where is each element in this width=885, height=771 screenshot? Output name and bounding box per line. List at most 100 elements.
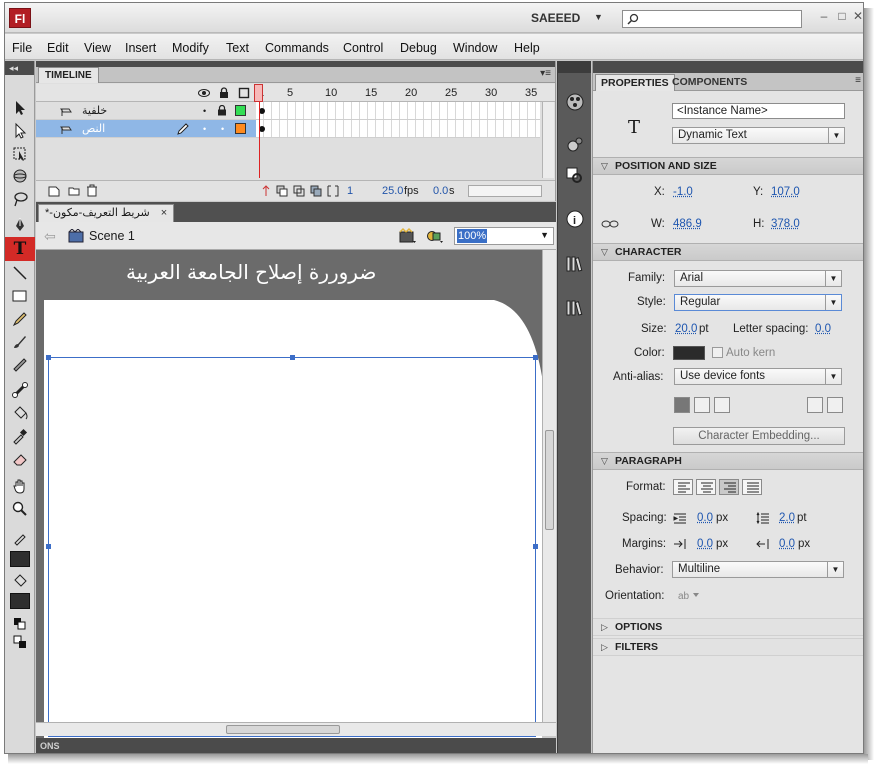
zoom-select[interactable]: 100% ▼ (454, 227, 554, 245)
tab-components[interactable]: COMPONENTS (667, 74, 752, 91)
onion-skin-outlines-icon[interactable] (293, 185, 305, 197)
menu-debug[interactable]: Debug (400, 41, 437, 55)
eraser-tool-icon[interactable] (9, 448, 31, 470)
auto-kern-checkbox[interactable] (712, 347, 723, 358)
eye-icon[interactable] (198, 87, 210, 99)
lasso-tool-icon[interactable] (9, 188, 31, 210)
common-libraries-icon[interactable] (564, 297, 586, 319)
hand-tool-icon[interactable] (9, 475, 31, 497)
menu-edit[interactable]: Edit (47, 41, 69, 55)
zoom-tool-icon[interactable] (9, 498, 31, 520)
scrollbar-thumb[interactable] (545, 430, 554, 530)
trash-icon[interactable] (86, 184, 98, 197)
text-type-select[interactable]: Dynamic Text ▼ (672, 127, 845, 144)
line-tool-icon[interactable] (9, 262, 31, 284)
edit-symbols-icon[interactable] (425, 227, 445, 245)
section-character[interactable]: ▽ CHARACTER (593, 243, 863, 261)
dynamic-text-field[interactable] (46, 355, 538, 737)
section-options[interactable]: ▷ OPTIONS (593, 618, 863, 636)
lock-icon[interactable] (218, 87, 230, 99)
color-panel-icon[interactable] (564, 91, 586, 113)
antialias-select[interactable]: Use device fonts ▼ (674, 368, 842, 385)
workspace-switcher[interactable]: SAEEED (531, 11, 580, 27)
paint-bucket-tool-icon[interactable] (9, 402, 31, 424)
stroke-color-swatch[interactable] (10, 551, 30, 567)
visibility-dot[interactable]: • (203, 106, 206, 116)
scrollbar-thumb[interactable] (226, 725, 340, 734)
visibility-dot[interactable]: • (203, 124, 206, 134)
tab-timeline[interactable]: TIMELINE (38, 67, 99, 83)
superscript-icon[interactable] (807, 397, 823, 413)
maximize-button[interactable]: □ (835, 9, 849, 23)
transform-handle[interactable] (533, 355, 538, 360)
stage-pasteboard[interactable]: ضروررة إصلاح الجامعة العربية (36, 250, 542, 738)
menu-control[interactable]: Control (343, 41, 383, 55)
fill-color-swatch[interactable] (10, 593, 30, 609)
font-size-value[interactable]: 20.0 (675, 323, 697, 335)
transform-handle[interactable] (46, 544, 51, 549)
info-icon[interactable]: i (564, 208, 586, 230)
align-right-button[interactable] (719, 479, 739, 495)
letter-spacing-value[interactable]: 0.0 (815, 323, 831, 335)
character-embedding-button[interactable]: Character Embedding... (673, 427, 845, 445)
selection-tool-icon[interactable] (9, 97, 31, 119)
modify-markers-icon[interactable] (327, 185, 339, 197)
close-button[interactable]: ✕ (851, 9, 863, 23)
rectangle-tool-icon[interactable] (9, 285, 31, 307)
panel-menu-icon[interactable]: ▾≡ (540, 68, 551, 79)
pencil-tool-icon[interactable] (9, 308, 31, 330)
new-folder-icon[interactable] (68, 185, 80, 197)
y-value[interactable]: 107.0 (771, 186, 800, 198)
back-arrow-icon[interactable]: ⇦ (44, 228, 56, 245)
stage-vertical-scrollbar[interactable] (542, 250, 556, 722)
x-value[interactable]: -1.0 (673, 186, 693, 198)
deco-tool-icon[interactable] (9, 353, 31, 375)
center-frame-icon[interactable] (261, 185, 271, 197)
layer-frames[interactable] (256, 120, 540, 138)
behavior-select[interactable]: Multiline ▼ (672, 561, 844, 578)
chevron-down-icon[interactable]: ▼ (540, 230, 549, 240)
subscript-icon[interactable] (827, 397, 843, 413)
menu-window[interactable]: Window (453, 41, 497, 55)
motion-presets-icon[interactable] (564, 134, 586, 156)
justify-button[interactable] (742, 479, 762, 495)
eyedropper-tool-icon[interactable] (9, 425, 31, 447)
subselection-tool-icon[interactable] (9, 120, 31, 142)
frame-rate[interactable]: 25.0 (382, 185, 403, 197)
align-left-button[interactable] (673, 479, 693, 495)
menu-commands[interactable]: Commands (265, 41, 329, 55)
document-tab[interactable]: شريط التعريف-مكون-* × (38, 204, 175, 222)
chevron-down-icon[interactable]: ▼ (594, 12, 603, 22)
show-border-icon[interactable] (714, 397, 730, 413)
layer-name[interactable]: خلفية (82, 104, 107, 117)
left-margin-value[interactable]: 0.0 (697, 538, 713, 550)
playhead[interactable] (254, 84, 263, 102)
text-tool-icon[interactable]: T (5, 237, 35, 261)
timeline-horizontal-scrollbar[interactable] (468, 185, 542, 197)
lock-dot[interactable]: • (221, 124, 224, 134)
edit-scene-icon[interactable] (398, 227, 418, 245)
menu-insert[interactable]: Insert (125, 41, 156, 55)
render-html-icon[interactable] (694, 397, 710, 413)
link-dimensions-icon[interactable] (601, 218, 619, 230)
tools-collapse-icon[interactable]: ◂◂ (5, 61, 34, 75)
stroke-color-icon[interactable] (9, 527, 31, 549)
document-tab-label[interactable]: شريط التعريف-مكون-* (45, 205, 150, 221)
layer-row-selected[interactable]: النص • • (36, 120, 555, 138)
instance-name-input[interactable]: <Instance Name> (672, 103, 845, 119)
panel-menu-icon[interactable]: ≡ (855, 75, 861, 86)
menu-modify[interactable]: Modify (172, 41, 209, 55)
new-layer-icon[interactable] (48, 185, 60, 197)
outline-icon[interactable] (238, 87, 250, 99)
layer-outline-color[interactable] (235, 123, 246, 134)
selectable-text-icon[interactable] (674, 397, 690, 413)
section-position-size[interactable]: ▽ POSITION AND SIZE (593, 157, 863, 175)
w-value[interactable]: 486.9 (673, 218, 702, 230)
menu-text[interactable]: Text (226, 41, 249, 55)
layer-row[interactable]: خلفية • (36, 102, 555, 120)
layer-outline-color[interactable] (235, 105, 246, 116)
lock-icon[interactable] (217, 105, 227, 116)
close-tab-button[interactable]: × (161, 205, 167, 221)
pen-tool-icon[interactable] (9, 214, 31, 236)
stage-horizontal-scrollbar[interactable] (36, 722, 556, 736)
